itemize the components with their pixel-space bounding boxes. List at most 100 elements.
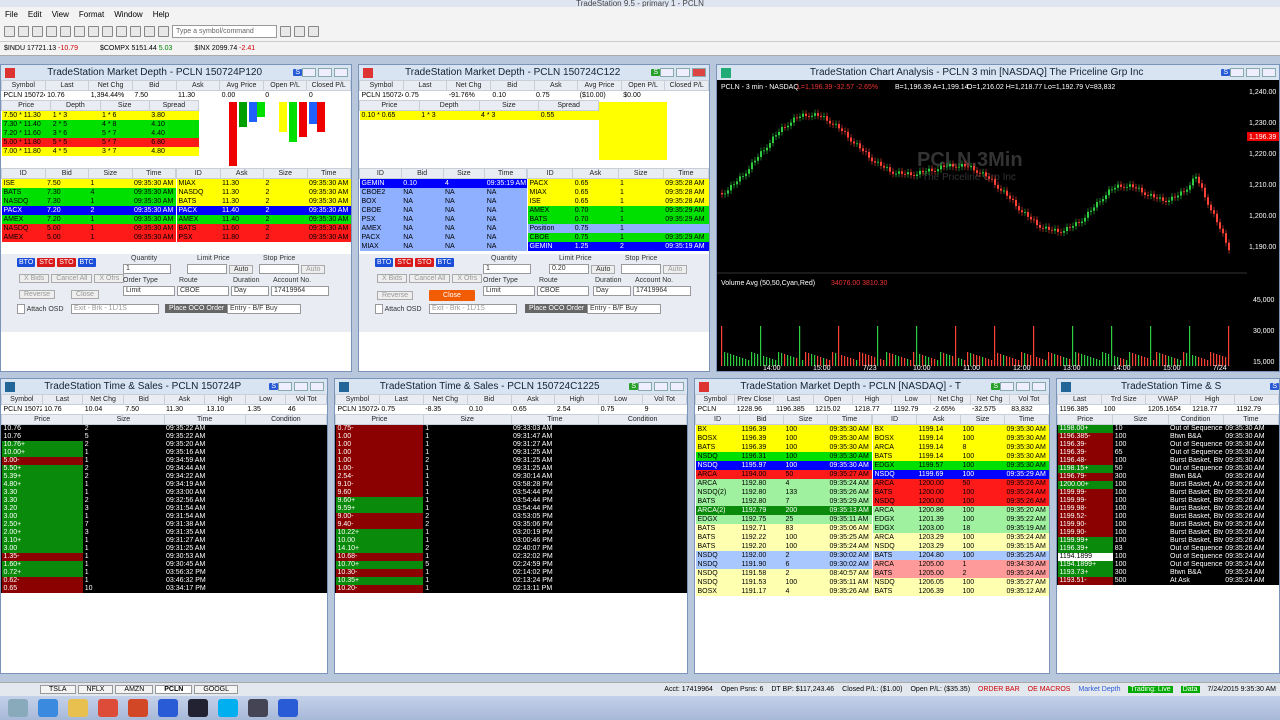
print-icon[interactable]: [46, 26, 57, 37]
cancel-bids-button[interactable]: X Bids: [19, 274, 50, 283]
attach-osd-checkbox[interactable]: [375, 304, 383, 314]
scanner-icon[interactable]: [144, 26, 155, 37]
buy-to-open-button[interactable]: BTO: [17, 258, 36, 267]
chart-icon[interactable]: [116, 26, 127, 37]
close-position-button[interactable]: Close: [429, 290, 475, 301]
workspace-tab-googl[interactable]: GOOGL: [194, 685, 239, 694]
price-chart[interactable]: PCLN - 3 min - NASDAQ L=1,196.39 -32.57 …: [717, 80, 1280, 372]
radar-icon[interactable]: [130, 26, 141, 37]
stop-price-field[interactable]: [259, 264, 299, 274]
start-icon[interactable]: [8, 699, 28, 717]
exit-strategy-select[interactable]: Exit - Brk - 1L/1S: [429, 304, 517, 314]
reverse-button[interactable]: Reverse: [19, 290, 56, 299]
maximize-icon[interactable]: [318, 68, 332, 77]
powerpoint-icon[interactable]: [128, 699, 148, 717]
auto-stop-button[interactable]: Auto: [300, 264, 326, 274]
cancel-bids-button[interactable]: X Bids: [377, 274, 408, 283]
app-icon[interactable]: [248, 699, 268, 717]
workspace-tab-tsla[interactable]: TSLA: [40, 685, 76, 694]
close-icon[interactable]: [1032, 382, 1046, 391]
new-icon[interactable]: [4, 26, 15, 37]
maximize-icon[interactable]: [676, 68, 690, 77]
menu-item-edit[interactable]: Edit: [23, 10, 47, 19]
symbol-link-badge[interactable]: S: [629, 383, 638, 390]
close-icon[interactable]: [670, 382, 684, 391]
sell-to-close-button[interactable]: STC: [37, 258, 56, 267]
tradestation-icon[interactable]: [158, 699, 178, 717]
limit-price-field[interactable]: 0.20: [549, 264, 589, 274]
close-icon[interactable]: [692, 68, 706, 77]
reverse-button[interactable]: Reverse: [377, 291, 414, 300]
stop-price-field[interactable]: [621, 264, 661, 274]
maximize-icon[interactable]: [654, 382, 668, 391]
duration-select[interactable]: Day: [231, 286, 269, 296]
auto-limit-button[interactable]: Auto: [590, 264, 616, 274]
chrome-icon[interactable]: [98, 699, 118, 717]
order-bar-toggle[interactable]: ORDER BAR: [978, 686, 1020, 693]
matrix-icon[interactable]: [158, 26, 169, 37]
buy-to-open-button[interactable]: BTO: [375, 258, 394, 267]
close-position-button[interactable]: Close: [71, 290, 99, 299]
route-select[interactable]: CBOE: [537, 286, 589, 296]
entry-strategy-select[interactable]: Entry - B/F Buy: [587, 304, 661, 314]
attach-osd-checkbox[interactable]: [17, 304, 25, 314]
market-depth-toggle[interactable]: Market Depth: [1078, 686, 1120, 693]
menu-item-window[interactable]: Window: [109, 10, 147, 19]
open-icon[interactable]: [18, 26, 29, 37]
entry-strategy-select[interactable]: Entry - B/F Buy: [227, 304, 301, 314]
maximize-icon[interactable]: [294, 382, 308, 391]
place-oco-order-button[interactable]: Place OCO Order: [525, 304, 589, 313]
workspace-icon[interactable]: [102, 26, 113, 37]
buy-to-close-button[interactable]: BTC: [435, 258, 454, 267]
close-icon[interactable]: [334, 68, 348, 77]
minimize-icon[interactable]: [302, 68, 316, 77]
account-select[interactable]: 17419964: [271, 286, 329, 296]
order-type-select[interactable]: Limit: [483, 286, 535, 296]
limit-price-field[interactable]: [187, 264, 227, 274]
close-icon[interactable]: [310, 382, 324, 391]
folder-icon[interactable]: [68, 699, 88, 717]
cancel-offers-button[interactable]: X Ofrs: [94, 274, 125, 283]
maximize-icon[interactable]: [1246, 68, 1260, 77]
minimize-icon[interactable]: [660, 68, 674, 77]
symbol-link-badge[interactable]: S: [1270, 383, 1279, 390]
sell-to-open-button[interactable]: STO: [57, 258, 76, 267]
copy-icon[interactable]: [74, 26, 85, 37]
go-arrow-icon[interactable]: [280, 26, 291, 37]
settings-icon[interactable]: [308, 26, 319, 37]
skype-icon[interactable]: [218, 699, 238, 717]
workspace-tab-amzn[interactable]: AMZN: [115, 685, 154, 694]
sell-to-close-button[interactable]: STC: [395, 258, 414, 267]
tradestation2-icon[interactable]: [278, 699, 298, 717]
place-oco-order-button[interactable]: Place OCO Order: [165, 304, 229, 313]
cancel-all-button[interactable]: Cancel All: [51, 274, 93, 283]
symbol-link-badge[interactable]: S: [1221, 69, 1230, 76]
order-type-select[interactable]: Limit: [123, 286, 175, 296]
menu-item-format[interactable]: Format: [74, 10, 109, 19]
menu-item-help[interactable]: Help: [148, 10, 174, 19]
sell-to-open-button[interactable]: STO: [415, 258, 434, 267]
oe-macros-toggle[interactable]: OE MACROS: [1028, 686, 1071, 693]
close-icon[interactable]: [1262, 68, 1276, 77]
account-select[interactable]: 17419964: [633, 286, 691, 296]
symbol-command-input[interactable]: Type a symbol/command: [172, 25, 277, 38]
workspace-tab-pcln[interactable]: PCLN: [155, 685, 193, 694]
maximize-icon[interactable]: [1016, 382, 1030, 391]
cancel-all-button[interactable]: Cancel All: [409, 274, 451, 283]
quantity-stepper[interactable]: 1: [123, 264, 171, 274]
symbol-link-badge[interactable]: S: [293, 69, 302, 76]
save-icon[interactable]: [32, 26, 43, 37]
monitor-icon[interactable]: [188, 699, 208, 717]
duration-select[interactable]: Day: [593, 286, 631, 296]
paste-icon[interactable]: [88, 26, 99, 37]
exit-strategy-select[interactable]: Exit - Brk - 1L/1S: [71, 304, 159, 314]
menu-item-file[interactable]: File: [0, 10, 23, 19]
cut-icon[interactable]: [60, 26, 71, 37]
symbol-link-badge[interactable]: S: [991, 383, 1000, 390]
cancel-offers-button[interactable]: X Ofrs: [452, 274, 483, 283]
symbol-link-badge[interactable]: S: [651, 69, 660, 76]
minimize-icon[interactable]: [638, 382, 652, 391]
minimize-icon[interactable]: [278, 382, 292, 391]
link-icon[interactable]: [294, 26, 305, 37]
minimize-icon[interactable]: [1000, 382, 1014, 391]
